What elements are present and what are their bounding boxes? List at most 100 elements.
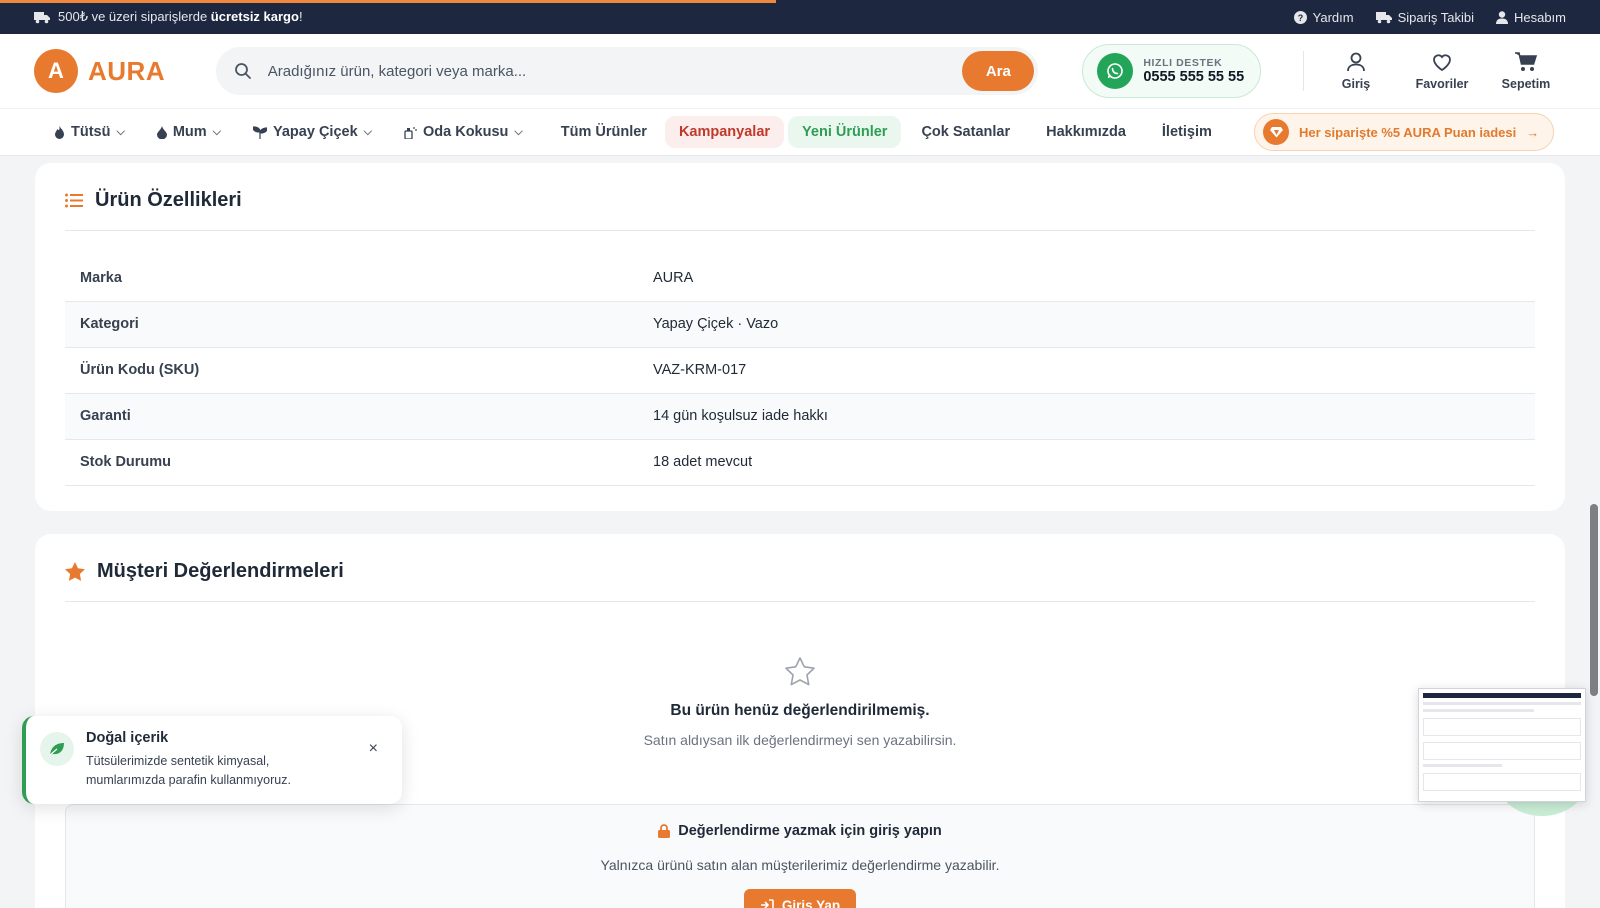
- favorites-action[interactable]: Favoriler: [1402, 51, 1482, 91]
- order-tracking-label: Sipariş Takibi: [1397, 9, 1474, 25]
- close-icon[interactable]: ×: [369, 740, 378, 804]
- product-specs-card: Ürün Özellikleri Marka AURA Kategori Yapay…: [35, 163, 1565, 511]
- nav-item-kampanyalar[interactable]: Kampanyalar: [664, 116, 785, 148]
- search-input[interactable]: [267, 62, 963, 80]
- nav-item-cok-satanlar[interactable]: Çok Satanlar: [907, 116, 1024, 148]
- arrow-right-icon: →: [1526, 124, 1540, 140]
- spec-key: Ürün Kodu (SKU): [80, 362, 200, 378]
- nav-item-tutsu[interactable]: Tütsü ⌵: [40, 116, 139, 148]
- svg-text:?: ?: [1297, 13, 1303, 23]
- spec-key: Marka: [80, 269, 122, 286]
- cart-action[interactable]: Sepetim: [1486, 51, 1566, 91]
- sign-in-icon: [760, 899, 774, 908]
- header-divider: [1303, 51, 1304, 91]
- cart-action-label: Sepetim: [1501, 77, 1551, 91]
- nav-label: Mum: [172, 124, 207, 140]
- nav-item-yapay-cicek[interactable]: Yapay Çiçek ⌵: [239, 116, 386, 148]
- nav-item-mum[interactable]: Mum ⌵: [143, 116, 235, 148]
- chevron-down-icon: ⌵: [514, 125, 523, 138]
- support-phone: 0555 555 55 55: [1143, 69, 1245, 85]
- toast-title: Doğal içerik: [86, 730, 169, 746]
- login-prompt-subtitle: Yalnızca ürünü satın alan müşterilerimiz…: [600, 857, 1000, 873]
- spec-key: Kategori: [80, 316, 139, 332]
- nav-label: Tütsü: [71, 124, 111, 140]
- whatsapp-icon: [1097, 53, 1134, 89]
- nav-item-iletisim[interactable]: İletişim: [1148, 116, 1226, 148]
- review-login-prompt: Değerlendirme yazmak için giriş yapın Ya…: [65, 804, 1535, 908]
- table-row: Kategori Yapay Çiçek · Vazo: [65, 301, 1535, 347]
- reviews-title: Müşteri Değerlendirmeleri: [97, 560, 344, 582]
- nav-item-oda-kokusu[interactable]: Oda Kokusu ⌵: [390, 116, 537, 148]
- free-shipping-promo: 500₺ ve üzeri siparişlerde ücretsiz karg…: [34, 9, 303, 25]
- table-row: Ürün Kodu (SKU) VAZ-KRM-017: [65, 347, 1535, 393]
- promo-text: 500₺ ve üzeri siparişlerde: [58, 9, 211, 24]
- star-icon: [65, 562, 85, 581]
- help-icon: ?: [1293, 10, 1307, 24]
- toast-description: Tütsülerimizde sentetik kimyasal, mumlar…: [86, 754, 291, 787]
- chevron-down-icon: ⌵: [363, 125, 372, 138]
- drop-icon: [156, 125, 167, 139]
- site-header: A AURA Ara HIZLI DESTEK 0555 555 55 55 G…: [0, 34, 1600, 108]
- nav-item-hakkimizda[interactable]: Hakkımızda: [1032, 116, 1140, 148]
- spec-value: 18 adet mevcut: [653, 454, 753, 470]
- spec-key: Garanti: [80, 408, 131, 424]
- login-button[interactable]: Giriş Yap: [743, 889, 857, 908]
- logo-text: AURA: [88, 55, 166, 86]
- spray-bottle-icon: [404, 126, 417, 139]
- page-progress-bar: [0, 0, 776, 3]
- search-button[interactable]: Ara: [962, 51, 1035, 91]
- quick-support-badge[interactable]: HIZLI DESTEK 0555 555 55 55: [1082, 44, 1262, 98]
- nav-label: Yapay Çiçek: [273, 124, 358, 140]
- site-logo[interactable]: A AURA: [34, 49, 182, 93]
- heart-icon: [1433, 54, 1451, 72]
- login-button-label: Giriş Yap: [781, 897, 841, 908]
- scrollbar-thumb[interactable]: [1590, 504, 1598, 696]
- specs-title: Ürün Özellikleri: [95, 189, 242, 211]
- reviews-divider: [65, 601, 1535, 602]
- login-action[interactable]: Giriş: [1316, 51, 1396, 91]
- list-icon: [65, 193, 83, 208]
- order-tracking-link[interactable]: Sipariş Takibi: [1375, 9, 1474, 25]
- login-prompt-title: Değerlendirme yazmak için giriş yapın: [678, 823, 942, 839]
- seedling-icon: [253, 125, 267, 139]
- nav-item-tum-urunler[interactable]: Tüm Ürünler: [547, 116, 661, 148]
- truck-icon: [34, 11, 50, 23]
- table-row: Stok Durumu 18 adet mevcut: [65, 439, 1535, 485]
- page-scrollbar[interactable]: [1588, 156, 1600, 908]
- help-label: Yardım: [1312, 9, 1354, 25]
- support-label: HIZLI DESTEK: [1143, 57, 1223, 69]
- chevron-down-icon: ⌵: [116, 125, 125, 138]
- nav-item-yeni-urunler[interactable]: Yeni Ürünler: [788, 116, 902, 148]
- login-action-label: Giriş: [1341, 77, 1371, 91]
- promo-suffix: !: [298, 9, 303, 24]
- info-toast: Doğal içerik Tütsülerimizde sentetik kim…: [22, 716, 402, 804]
- table-row: Garanti 14 gün koşulsuz iade hakkı: [65, 393, 1535, 439]
- search-icon: [234, 63, 251, 79]
- top-announcement-bar: 500₺ ve üzeri siparişlerde ücretsiz karg…: [0, 0, 1600, 34]
- help-link[interactable]: ? Yardım: [1293, 9, 1354, 25]
- logo-badge: A: [34, 49, 78, 93]
- star-outline-icon: [785, 657, 815, 686]
- main-navigation: Tütsü ⌵ Mum ⌵ Yapay Çiçek ⌵ Oda Kokusu ⌵…: [0, 108, 1600, 156]
- flame-icon: [55, 125, 64, 139]
- spec-value: 14 gün koşulsuz iade hakkı: [653, 408, 828, 424]
- account-link[interactable]: Hesabım: [1495, 9, 1566, 25]
- nav-label: Oda Kokusu: [423, 124, 509, 140]
- specs-divider: [65, 230, 1535, 231]
- chevron-down-icon: ⌵: [212, 125, 221, 138]
- points-promo-badge[interactable]: Her siparişte %5 AURA Puan iadesi →: [1254, 113, 1554, 151]
- specs-table: Marka AURA Kategori Yapay Çiçek · Vazo Ürü…: [65, 255, 1535, 486]
- points-promo-text: Her siparişte %5 AURA Puan iadesi: [1299, 124, 1517, 140]
- spec-key: Stok Durumu: [80, 454, 172, 470]
- gem-icon: [1263, 119, 1289, 145]
- spec-value: VAZ-KRM-017: [653, 362, 747, 378]
- spec-value: AURA: [653, 269, 694, 286]
- spec-value: Yapay Çiçek · Vazo: [653, 316, 779, 332]
- favorites-action-label: Favoriler: [1415, 77, 1469, 91]
- cart-icon: [1515, 52, 1538, 71]
- account-label: Hesabım: [1513, 9, 1566, 25]
- user-icon: [1347, 52, 1365, 72]
- lock-icon: [658, 824, 671, 838]
- promo-highlight: ücretsiz kargo: [210, 9, 299, 24]
- table-row: Marka AURA: [65, 255, 1535, 301]
